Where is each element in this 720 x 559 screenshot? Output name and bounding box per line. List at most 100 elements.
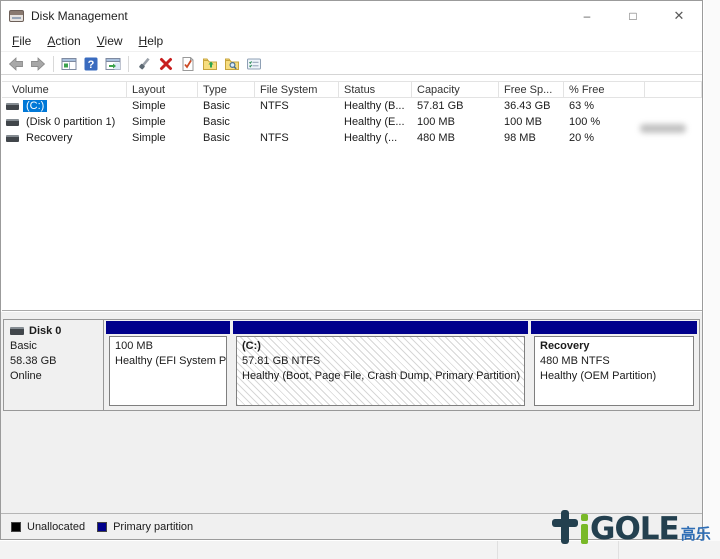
folder-search-icon[interactable] (221, 54, 243, 74)
volume-list-header: Volume Layout Type File System Status Ca… (2, 81, 702, 98)
pct-free-cell: 100 % (564, 116, 645, 128)
toolbar-separator (53, 56, 54, 72)
status-cell: Healthy (E... (339, 116, 412, 128)
legend-primary-partition: Primary partition (97, 521, 193, 533)
file-system-cell: NTFS (255, 132, 339, 144)
partition-health: Healthy (EFI System Pa (115, 354, 221, 369)
layout-cell: Simple (127, 100, 198, 112)
disk-0-row: Disk 0 Basic 58.38 GB Online 100 MB Heal… (3, 319, 700, 411)
primary-partition-swatch (97, 522, 107, 532)
maximize-button[interactable]: □ (610, 1, 656, 31)
disk-management-app-icon (9, 10, 24, 22)
menu-view[interactable]: View (89, 32, 131, 50)
partition-size: 57.81 GB NTFS (242, 354, 519, 369)
column-header-capacity[interactable]: Capacity (412, 82, 499, 97)
logo-i-glyph (580, 514, 589, 544)
disk-status: Online (10, 369, 103, 384)
close-button[interactable]: ✕ (656, 1, 702, 31)
disk-management-window: Disk Management – □ ✕ File Action View H… (0, 0, 703, 540)
menu-bar: File Action View Help (1, 31, 702, 52)
volume-icon (6, 103, 19, 110)
partition-size: 480 MB NTFS (540, 354, 688, 369)
logo-brand-text: GOLE (590, 514, 679, 544)
layout-cell: Simple (127, 116, 198, 128)
type-cell: Basic (198, 100, 255, 112)
legend-label: Unallocated (27, 521, 85, 533)
disk-0-header[interactable]: Disk 0 Basic 58.38 GB Online (4, 320, 104, 410)
column-header-type[interactable]: Type (198, 82, 255, 97)
volume-label: (Disk 0 partition 1) (23, 116, 118, 128)
partition-color-bar (531, 321, 697, 334)
column-header-pct-free[interactable]: % Free (564, 82, 645, 97)
action-pane-icon[interactable] (102, 54, 124, 74)
partition-health: Healthy (OEM Partition) (540, 369, 688, 384)
volume-icon (6, 119, 19, 126)
delete-volume-icon[interactable] (155, 54, 177, 74)
blurred-watermark (640, 124, 686, 133)
console-tree-icon[interactable] (58, 54, 80, 74)
partition-efi[interactable]: 100 MB Healthy (EFI System Pa (106, 321, 230, 409)
type-cell: Basic (198, 116, 255, 128)
table-row-c-drive[interactable]: (C:) Simple Basic NTFS Healthy (B... 57.… (2, 98, 702, 114)
help-icon[interactable]: ? (80, 54, 102, 74)
menu-file[interactable]: File (4, 32, 39, 50)
volume-cell: Recovery (2, 132, 127, 144)
volume-label-selected: (C:) (23, 100, 47, 112)
column-header-file-system[interactable]: File System (255, 82, 339, 97)
free-space-cell: 100 MB (499, 116, 564, 128)
partition-c-drive[interactable]: (C:) 57.81 GB NTFS Healthy (Boot, Page F… (233, 321, 528, 409)
capacity-cell: 57.81 GB (412, 100, 499, 112)
window-controls: – □ ✕ (564, 1, 702, 31)
type-cell: Basic (198, 132, 255, 144)
partition-recovery-body: Recovery 480 MB NTFS Healthy (OEM Partit… (534, 336, 694, 406)
tool-icon[interactable] (133, 54, 155, 74)
status-cell: Healthy (B... (339, 100, 412, 112)
partition-color-bar (106, 321, 230, 334)
column-header-spacer (645, 82, 702, 97)
partition-recovery[interactable]: Recovery 480 MB NTFS Healthy (OEM Partit… (531, 321, 697, 409)
legend-unallocated: Unallocated (11, 521, 85, 533)
capacity-cell: 480 MB (412, 132, 499, 144)
disk-size: 58.38 GB (10, 354, 103, 369)
page: Disk Management – □ ✕ File Action View H… (0, 0, 720, 559)
status-cell: Healthy (... (339, 132, 412, 144)
column-header-status[interactable]: Status (339, 82, 412, 97)
minimize-button[interactable]: – (564, 1, 610, 31)
capacity-cell: 100 MB (412, 116, 499, 128)
folder-up-icon[interactable] (199, 54, 221, 74)
properties-icon[interactable] (243, 54, 265, 74)
file-system-cell: NTFS (255, 100, 339, 112)
volume-icon (6, 135, 19, 142)
partition-color-bar (233, 321, 528, 334)
svg-text:?: ? (88, 59, 95, 71)
graphical-view: Disk 0 Basic 58.38 GB Online 100 MB Heal… (1, 312, 702, 513)
partition-size: 100 MB (115, 339, 221, 354)
partition-name: Recovery (540, 339, 688, 354)
disk-name: Disk 0 (29, 325, 61, 337)
disk-icon (10, 327, 24, 335)
volume-list: Volume Layout Type File System Status Ca… (2, 81, 702, 311)
column-header-free-space[interactable]: Free Sp... (499, 82, 564, 97)
check-document-icon[interactable] (177, 54, 199, 74)
pct-free-cell: 20 % (564, 132, 645, 144)
column-header-volume[interactable]: Volume (2, 82, 127, 97)
table-row-recovery[interactable]: Recovery Simple Basic NTFS Healthy (... … (2, 130, 702, 146)
logo-plus-glyph (552, 510, 578, 544)
volume-label: Recovery (23, 132, 75, 144)
window-title: Disk Management (31, 9, 128, 23)
menu-help[interactable]: Help (131, 32, 172, 50)
unallocated-swatch (11, 522, 21, 532)
pct-free-cell: 63 % (564, 100, 645, 112)
column-header-layout[interactable]: Layout (127, 82, 198, 97)
free-space-cell: 98 MB (499, 132, 564, 144)
page-background-right (704, 0, 720, 541)
toolbar: ? (1, 53, 702, 75)
toolbar-separator (128, 56, 129, 72)
title-bar: Disk Management – □ ✕ (1, 1, 702, 31)
forward-arrow-icon[interactable] (27, 54, 49, 74)
menu-action[interactable]: Action (39, 32, 88, 50)
table-row-partition-1[interactable]: (Disk 0 partition 1) Simple Basic Health… (2, 114, 702, 130)
back-arrow-icon[interactable] (5, 54, 27, 74)
volume-cell: (Disk 0 partition 1) (2, 116, 127, 128)
higole-logo: GOLE 高乐 (552, 492, 717, 544)
